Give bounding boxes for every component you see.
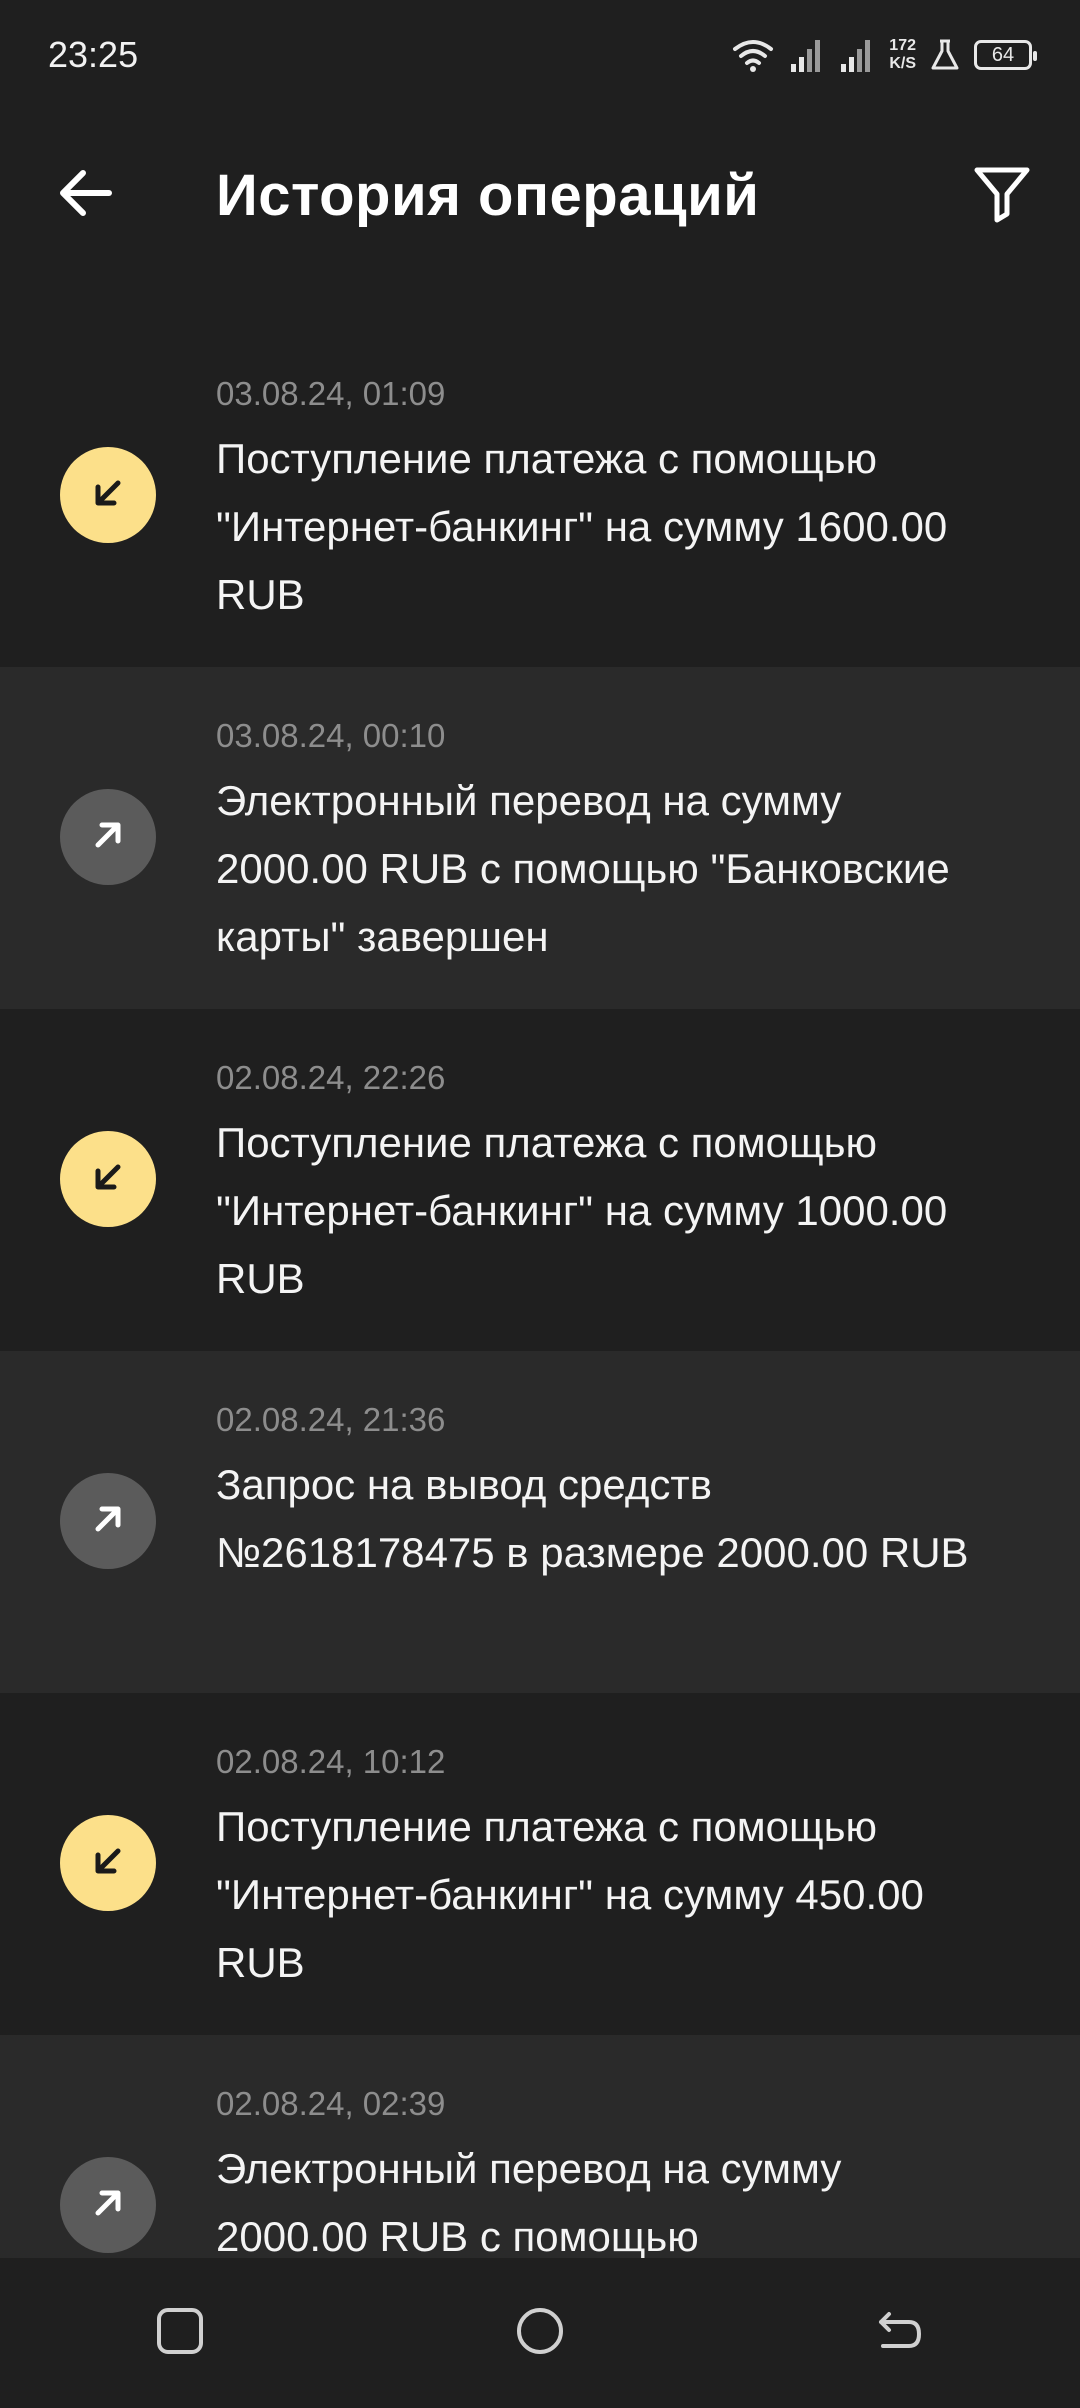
flask-icon — [930, 39, 960, 71]
operation-date: 03.08.24, 01:09 — [216, 375, 446, 412]
operation-description: Электронный перевод на сумму 2000.00 RUB… — [216, 777, 950, 960]
arrow-left-icon — [57, 168, 113, 223]
operation-item[interactable]: 02.08.24, 22:26 Поступление платежа с по… — [0, 1009, 1080, 1351]
incoming-indicator — [60, 1815, 156, 1911]
signal-icon — [789, 38, 825, 72]
arrow-down-left-icon — [88, 1157, 128, 1202]
recent-apps-button[interactable] — [140, 2293, 220, 2373]
operation-date: 02.08.24, 21:36 — [216, 1401, 446, 1438]
outgoing-indicator — [60, 1473, 156, 1569]
incoming-indicator — [60, 1131, 156, 1227]
operation-item[interactable]: 03.08.24, 01:09 Поступление платежа с по… — [0, 325, 1080, 667]
app-header: История операций — [0, 120, 1080, 270]
circle-icon — [515, 2306, 565, 2361]
incoming-indicator — [60, 447, 156, 543]
outgoing-indicator — [60, 789, 156, 885]
outgoing-indicator — [60, 2157, 156, 2253]
network-speed-unit: K/S — [889, 55, 916, 72]
wifi-icon — [731, 37, 775, 73]
system-nav-bar — [0, 2258, 1080, 2408]
status-icons: 172 K/S 64 — [731, 37, 1037, 73]
undo-arrow-icon — [875, 2306, 925, 2361]
operations-list: 03.08.24, 01:09 Поступление платежа с по… — [0, 325, 1080, 2377]
battery-level: 64 — [991, 43, 1015, 66]
home-button[interactable] — [500, 2293, 580, 2373]
page-title: История операций — [216, 163, 760, 228]
square-icon — [155, 2306, 205, 2361]
arrow-up-right-icon — [88, 815, 128, 860]
signal-icon-2 — [839, 38, 875, 72]
status-bar: 23:25 172 K/S 64 — [0, 0, 1080, 110]
back-button[interactable] — [50, 160, 120, 230]
operation-item[interactable]: 02.08.24, 10:12 Поступление платежа с по… — [0, 1693, 1080, 2035]
operation-description: Поступление платежа с помощью "Интернет-… — [216, 1119, 948, 1302]
operation-description: Запрос на вывод средств №2618178475 в ра… — [216, 1461, 969, 1576]
operation-date: 02.08.24, 02:39 — [216, 2085, 446, 2122]
operation-item[interactable]: 02.08.24, 21:36 Запрос на вывод средств … — [0, 1351, 1080, 1693]
arrow-up-right-icon — [88, 1499, 128, 1544]
battery-indicator: 64 — [974, 40, 1037, 70]
arrow-up-right-icon — [88, 2183, 128, 2228]
arrow-down-left-icon — [88, 1841, 128, 1886]
operation-date: 02.08.24, 22:26 — [216, 1059, 446, 1096]
filter-button[interactable] — [964, 158, 1040, 234]
operation-description: Электронный перевод на сумму 2000.00 RUB… — [216, 2145, 842, 2260]
arrow-down-left-icon — [88, 473, 128, 518]
operation-description: Поступление платежа с помощью "Интернет-… — [216, 1803, 924, 1986]
operation-date: 02.08.24, 10:12 — [216, 1743, 446, 1780]
system-back-button[interactable] — [860, 2293, 940, 2373]
operation-date: 03.08.24, 00:10 — [216, 717, 446, 754]
operation-item[interactable]: 03.08.24, 00:10 Электронный перевод на с… — [0, 667, 1080, 1009]
operation-description: Поступление платежа с помощью "Интернет-… — [216, 435, 948, 618]
status-time: 23:25 — [48, 34, 139, 75]
funnel-icon — [972, 164, 1032, 229]
network-speed-value: 172 — [889, 37, 916, 54]
network-speed: 172 K/S — [889, 37, 916, 73]
